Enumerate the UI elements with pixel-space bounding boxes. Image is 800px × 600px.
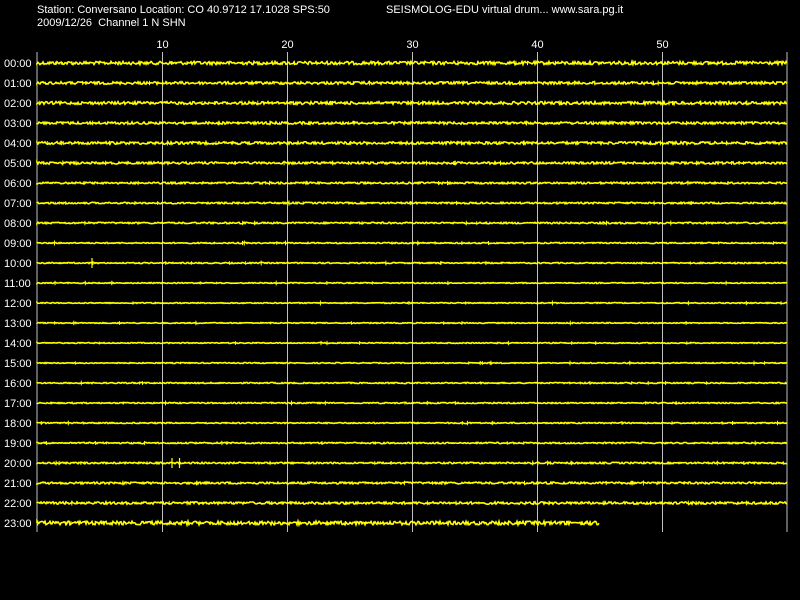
hour-label-22:00: 22:00 [4,498,32,510]
trace-11:00 [36,281,788,285]
trace-12:00 [36,301,788,305]
hour-label-03:00: 03:00 [4,118,32,130]
hour-label-20:00: 20:00 [4,458,32,470]
trace-14:00 [36,341,788,345]
hour-label-17:00: 17:00 [4,398,32,410]
x-tick-label-30: 30 [406,39,418,51]
hour-label-12:00: 12:00 [4,298,32,310]
hour-label-08:00: 08:00 [4,218,32,230]
hour-label-14:00: 14:00 [4,338,32,350]
hour-label-02:00: 02:00 [4,98,32,110]
x-tick-label-20: 20 [281,39,293,51]
trace-19:00 [36,441,788,445]
trace-10:00 [36,261,788,265]
trace-00:00 [36,58,788,67]
hour-label-09:00: 09:00 [4,238,32,250]
hour-label-07:00: 07:00 [4,198,32,210]
trace-15:00 [36,361,788,365]
hour-labels: 00:00 01:00 02:00 03:00 04:00 05:00 06:00 07:00… [4,58,32,530]
x-tick-label-40: 40 [531,39,543,51]
hour-label-01:00: 01:00 [4,78,32,90]
hour-label-06:00: 06:00 [4,178,32,190]
hour-label-00:00: 00:00 [4,58,32,70]
trace-17:00 [36,401,788,405]
grid-lines [36,52,788,532]
trace-07:00 [36,200,788,206]
hour-label-19:00: 19:00 [4,438,32,450]
hour-label-05:00: 05:00 [4,158,32,170]
trace-13:00 [36,321,788,325]
x-tick-label-50: 50 [656,39,668,51]
hour-label-16:00: 16:00 [4,378,32,390]
trace-21:00 [36,480,788,486]
trace-09:00 [36,241,788,245]
x-tick-label-10: 10 [156,39,168,51]
hour-label-18:00: 18:00 [4,418,32,430]
trace-20:00 [36,460,788,466]
trace-08:00 [36,220,788,226]
hour-label-15:00: 15:00 [4,358,32,370]
hour-label-23:00: 23:00 [4,518,32,530]
trace-23:00 [36,518,600,528]
hour-label-13:00: 13:00 [4,318,32,330]
trace-16:00 [36,381,788,385]
hour-label-21:00: 21:00 [4,478,32,490]
x-tick-labels: 10 20 30 40 50 [156,39,668,51]
seismogram-drum: 10 20 30 40 50 00:00 01:00 02:00 03:00 04:00 05:0… [4,39,788,532]
hour-label-11:00: 11:00 [4,278,31,290]
hour-label-10:00: 10:00 [4,258,32,270]
trace-18:00 [36,421,788,425]
hour-label-04:00: 04:00 [4,138,32,150]
